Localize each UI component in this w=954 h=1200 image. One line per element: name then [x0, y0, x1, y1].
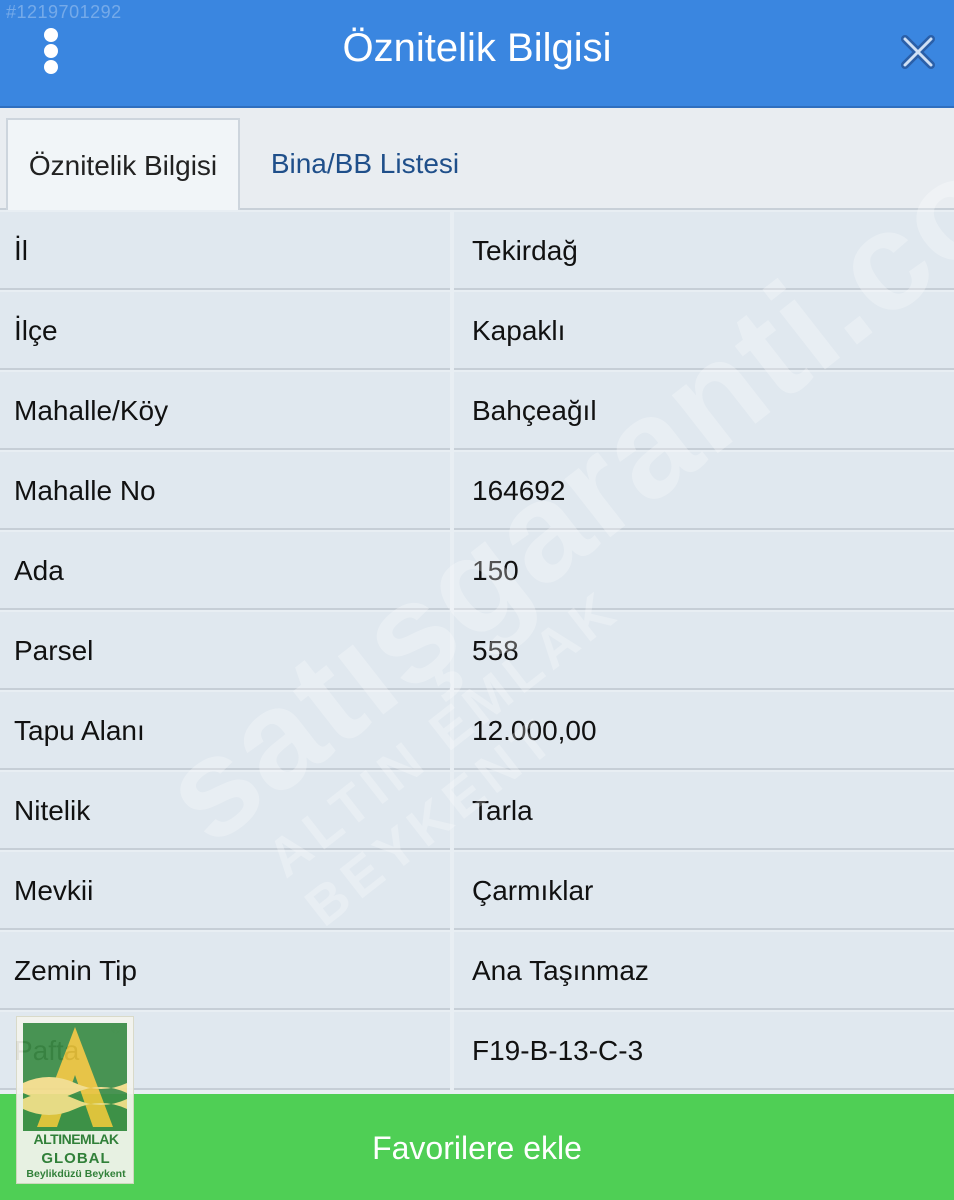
listing-id: #1219701292 [6, 2, 122, 22]
attribute-value: F19-B-13-C-3 [454, 1012, 954, 1090]
attribute-value: 558 [454, 612, 954, 690]
logo-brand: ALTINEMLAK [33, 1131, 119, 1147]
attribute-value: 150 [454, 532, 954, 610]
attribute-value: Kapaklı [454, 292, 954, 370]
attribute-key: Ada [0, 532, 450, 610]
attribute-key: Parsel [0, 612, 450, 690]
attribute-value: Tarla [454, 772, 954, 850]
table-row: Nitelik Tarla [0, 772, 954, 852]
attribute-value: 164692 [454, 452, 954, 530]
tab-bar: Öznitelik Bilgisi Bina/BB Listesi [0, 108, 954, 210]
attribute-value: Tekirdağ [454, 212, 954, 290]
close-icon[interactable] [898, 32, 938, 72]
table-row: Parsel 558 [0, 612, 954, 692]
tab-building-list[interactable]: Bina/BB Listesi [250, 118, 480, 210]
attribute-key: İlçe [0, 292, 450, 370]
table-row: Zemin Tip Ana Taşınmaz [0, 932, 954, 1012]
attribute-value: Ana Taşınmaz [454, 932, 954, 1010]
attribute-key: Mahalle/Köy [0, 372, 450, 450]
attribute-key: Zemin Tip [0, 932, 450, 1010]
table-row: İlçe Kapaklı [0, 292, 954, 372]
attribute-value: Çarmıklar [454, 852, 954, 930]
brand-logo: ® ALTINEMLAK GLOBAL Beylikdüzü Beykent [16, 1016, 134, 1184]
logo-branch: Beylikdüzü Beykent [26, 1168, 126, 1180]
add-to-favorites-button[interactable]: Favorilere ekle [0, 1094, 954, 1200]
title-bar: #1219701292 Öznitelik Bilgisi [0, 0, 954, 108]
attribute-value: 12.000,00 [454, 692, 954, 770]
table-row: İl Tekirdağ [0, 212, 954, 292]
table-row: Mevkii Çarmıklar [0, 852, 954, 932]
add-to-favorites-label: Favorilere ekle [372, 1130, 582, 1166]
attribute-table: İl Tekirdağ İlçe Kapaklı Mahalle/Köy Bah… [0, 212, 954, 1092]
attribute-key: Nitelik [0, 772, 450, 850]
table-row: Tapu Alanı 12.000,00 [0, 692, 954, 772]
page-title: Öznitelik Bilgisi [342, 26, 612, 70]
attribute-value: Bahçeağıl [454, 372, 954, 450]
registered-mark: ® [111, 1021, 121, 1036]
table-row: Mahalle No 164692 [0, 452, 954, 532]
attribute-key: Tapu Alanı [0, 692, 450, 770]
attribute-key: İl [0, 212, 450, 290]
table-row: Ada 150 [0, 532, 954, 612]
attribute-key: Mevkii [0, 852, 450, 930]
logo-global: GLOBAL [41, 1150, 111, 1167]
tab-attribute-info[interactable]: Öznitelik Bilgisi [6, 118, 240, 210]
table-row: Pafta F19-B-13-C-3 [0, 1012, 954, 1092]
attribute-key: Mahalle No [0, 452, 450, 530]
logo-emblem-icon [23, 1023, 127, 1131]
table-row: Mahalle/Köy Bahçeağıl [0, 372, 954, 452]
